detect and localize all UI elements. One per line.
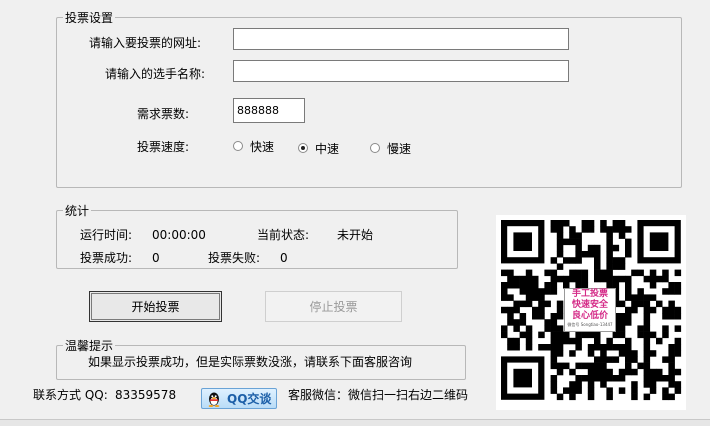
runtime-label: 运行时间:: [80, 228, 133, 242]
runtime-value: 00:00:00: [152, 228, 206, 242]
fail-value: 0: [280, 251, 288, 265]
vote-count-input[interactable]: [233, 98, 305, 123]
radio-circle[interactable]: [233, 141, 243, 151]
radio-circle-checked[interactable]: [298, 143, 308, 153]
qq-number: 83359578: [115, 388, 177, 402]
url-input[interactable]: [233, 28, 569, 50]
qq-chat-button[interactable]: QQ交谈: [201, 388, 277, 409]
qq-penguin-icon: [208, 392, 220, 407]
tips-title: 温馨提示: [63, 339, 116, 353]
radio-circle[interactable]: [370, 143, 380, 153]
stats-title: 统计: [63, 204, 92, 218]
speed-option-label: 中速: [315, 141, 340, 156]
speed-radio-slow[interactable]: 慢速: [370, 140, 411, 156]
qr-badge-line3: 良心低价: [571, 311, 608, 321]
status-label: 当前状态:: [257, 228, 310, 242]
stop-vote-button[interactable]: 停止投票: [265, 291, 402, 322]
fail-label: 投票失败:: [208, 251, 261, 265]
start-vote-button[interactable]: 开始投票: [89, 291, 222, 322]
contact-label: 联系方式 QQ:: [33, 388, 108, 402]
status-value: 未开始: [337, 228, 374, 242]
contestant-name-input[interactable]: [233, 60, 569, 82]
speed-option-label: 慢速: [387, 141, 412, 156]
speed-radio-medium[interactable]: 中速: [298, 140, 339, 156]
speed-radio-fast[interactable]: 快速: [233, 138, 274, 154]
vote-count-label: 需求票数:: [137, 107, 190, 121]
wechat-text: 客服微信：微信扫一扫右边二维码: [288, 388, 469, 402]
url-label: 请输入要投票的网址:: [89, 36, 202, 50]
tips-text: 如果显示投票成功，但是实际票数没涨，请联系下面客服咨询: [88, 355, 413, 369]
contestant-name-label: 请输入的选手名称:: [105, 67, 206, 81]
success-label: 投票成功:: [80, 251, 133, 265]
vote-speed-label: 投票速度:: [137, 140, 190, 154]
qr-center-badge: 手工投票 快速安全 良心低价 微信号 Songtiao-13447: [564, 288, 616, 332]
qr-badge-line4: 微信号 Songtiao-13447: [567, 322, 613, 327]
vote-settings-title: 投票设置: [63, 11, 116, 25]
qq-chat-label: QQ交谈: [227, 392, 272, 406]
qr-badge-line1: 手工投票: [571, 289, 608, 299]
speed-option-label: 快速: [250, 139, 275, 154]
success-value: 0: [152, 251, 160, 265]
qr-badge-line2: 快速安全: [571, 300, 608, 310]
